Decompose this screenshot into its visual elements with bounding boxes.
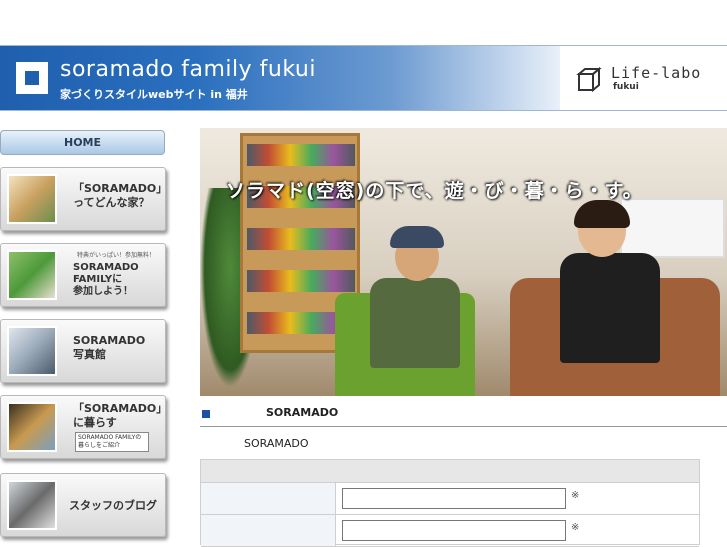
- person-right: [560, 253, 660, 363]
- thumbnail-image: [7, 480, 57, 530]
- person-left: [370, 278, 460, 368]
- sidebar-item-join[interactable]: 特典がいっぱい！参加無料！ SORAMADO FAMILYに 参加しよう！: [0, 243, 166, 307]
- lifelabo-logo[interactable]: Life-labo fukui: [575, 64, 720, 96]
- brand-name: Life-labo: [611, 64, 702, 82]
- section-title: SORAMADO: [266, 406, 339, 419]
- required-mark: ※: [571, 490, 580, 501]
- sidebar-item-label: スタッフのブログ: [69, 499, 157, 512]
- form-label: [201, 515, 336, 546]
- brand-sub: fukui: [613, 82, 639, 92]
- header-banner[interactable]: soramado family fukui 家づくりスタイルwebサイト in …: [0, 46, 560, 110]
- form-row: ※: [201, 483, 699, 515]
- sidebar-item-label: SORAMADO FAMILYに 参加しよう！: [73, 262, 139, 297]
- sidebar-item-label: SORAMADO 写真館: [73, 334, 146, 361]
- form-input-2[interactable]: [342, 520, 566, 541]
- signup-form: ※ ※: [200, 459, 700, 547]
- site-title: soramado family fukui: [60, 57, 316, 82]
- required-mark: ※: [571, 522, 580, 533]
- thumbnail-image: [7, 402, 57, 452]
- section-heading: SORAMADO: [200, 403, 727, 427]
- home-button[interactable]: HOME: [0, 130, 165, 155]
- sidebar-item-gallery[interactable]: SORAMADO 写真館: [0, 319, 166, 383]
- sidebar-item-note: 特典がいっぱい！参加無料！: [77, 252, 156, 259]
- form-label: [201, 483, 336, 514]
- hero-caption: ソラマド(空窓)の下で、遊・び・暮・ら・す。: [226, 180, 643, 202]
- thumbnail-image: [7, 174, 57, 224]
- hero-photo: ソラマド(空窓)の下で、遊・び・暮・ら・す。: [200, 128, 727, 396]
- sidebar-item-blog[interactable]: スタッフのブログ: [0, 473, 166, 537]
- person-left-hat: [390, 226, 444, 248]
- window: [620, 198, 725, 258]
- thumbnail-image: [7, 250, 57, 300]
- sidebar-item-note: SORAMADO FAMILYの 暮らしをご紹介: [75, 432, 149, 452]
- sidebar-item-label: 「SORAMADO」 ってどんな家？: [73, 182, 168, 209]
- sidebar-item-about[interactable]: 「SORAMADO」 ってどんな家？: [0, 167, 168, 231]
- form-header: [201, 460, 699, 483]
- site-header: soramado family fukui 家づくりスタイルwebサイト in …: [0, 45, 727, 111]
- thumbnail-image: [7, 326, 57, 376]
- form-row: ※: [201, 515, 699, 547]
- logo-icon: [16, 62, 48, 94]
- sidebar-item-living[interactable]: 「SORAMADO」 に暮らす SORAMADO FAMILYの 暮らしをご紹介: [0, 395, 168, 459]
- section-text: SORAMADO: [244, 437, 309, 450]
- square-bullet-icon: [202, 410, 210, 418]
- sidebar-item-label: 「SORAMADO」 に暮らす: [73, 402, 168, 429]
- site-subtitle: 家づくりスタイルwebサイト in 福井: [60, 88, 248, 101]
- cube-icon: [576, 66, 602, 93]
- form-input-1[interactable]: [342, 488, 566, 509]
